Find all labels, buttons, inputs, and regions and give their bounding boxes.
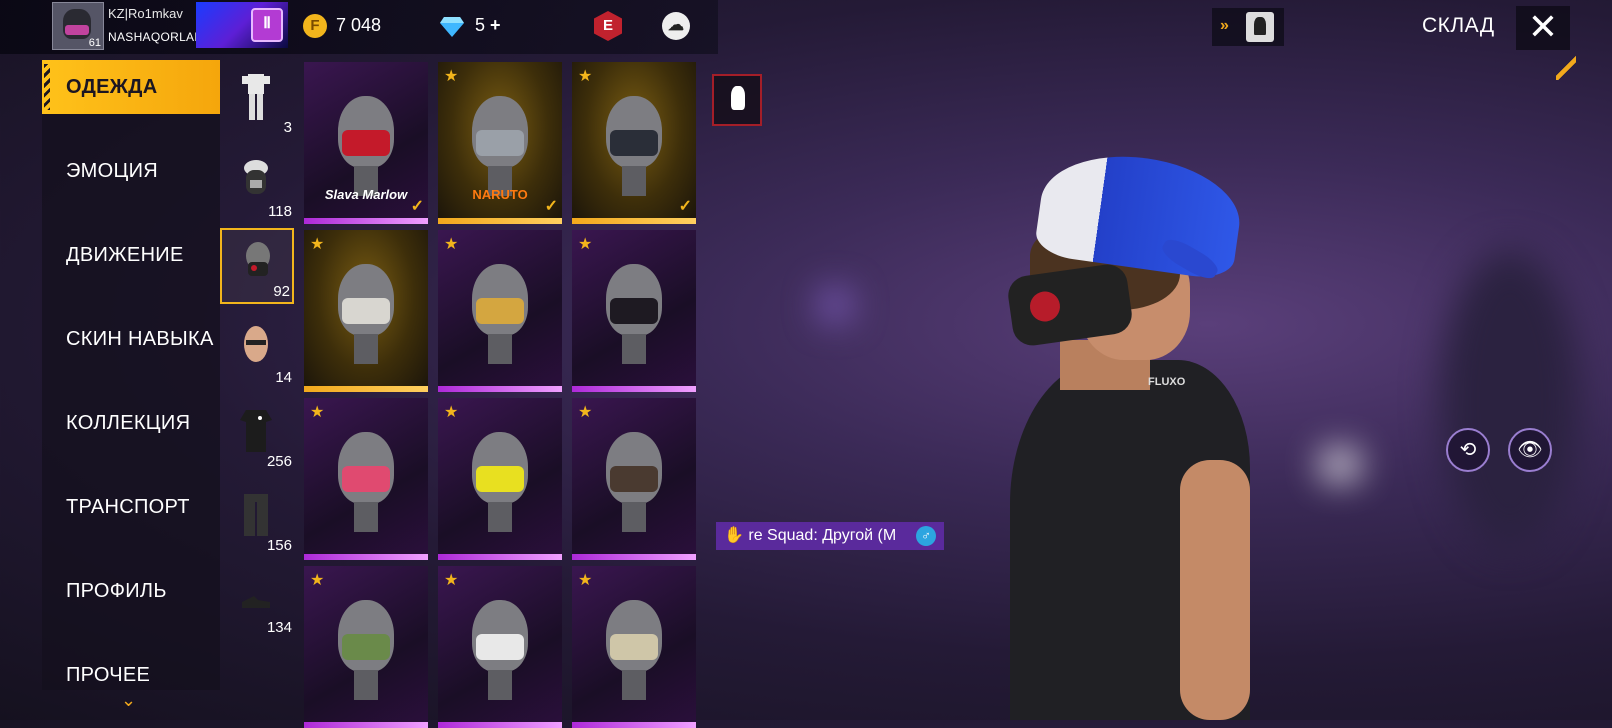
- menu-item-vehicle[interactable]: ТРАНСПОРТ: [42, 480, 220, 534]
- player-name: KZ|Ro1mkav: [108, 6, 183, 21]
- menu-item-profile[interactable]: ПРОФИЛЬ: [42, 564, 220, 618]
- mask-icon: [472, 264, 528, 336]
- gold-coin-icon: F: [303, 14, 327, 38]
- subcategory-count: 92: [273, 283, 290, 300]
- male-gender-icon: ♂: [916, 526, 936, 546]
- menu-item-collection[interactable]: КОЛЛЕКЦИЯ: [42, 396, 220, 450]
- subcategory-count: 156: [266, 537, 292, 554]
- page-title: СКЛАД: [1422, 14, 1495, 37]
- face-paint-icon: [244, 326, 268, 362]
- item-tile[interactable]: ★: [438, 566, 562, 728]
- cloud-sync-icon[interactable]: ☁: [662, 12, 690, 40]
- equipped-check-icon: ✓: [410, 198, 424, 215]
- mask-icon: [606, 264, 662, 336]
- star-icon: ★: [444, 404, 459, 421]
- menu-item-clothing[interactable]: ОДЕЖДА: [42, 60, 220, 114]
- mask-icon: [338, 96, 394, 168]
- character-portrait-icon: [1246, 12, 1274, 42]
- item-tile[interactable]: ★: [572, 566, 696, 728]
- subcategory-bottom[interactable]: 156: [220, 480, 294, 556]
- mask-icon: [338, 432, 394, 504]
- subcategory-top[interactable]: 256: [220, 396, 294, 472]
- item-tile[interactable]: Slava Marlow ✓: [304, 62, 428, 224]
- mask-icon: [472, 432, 528, 504]
- subcategory-count: 118: [268, 203, 292, 220]
- shoes-icon: [242, 596, 270, 608]
- character-switch-button[interactable]: »: [1212, 8, 1284, 46]
- subcategory-mask[interactable]: 92: [220, 228, 294, 304]
- star-icon: ★: [444, 68, 459, 85]
- full-outfit-icon: [242, 74, 270, 120]
- item-name-text: re Squad: Другой (M: [748, 527, 897, 544]
- rotate-icon[interactable]: ⟲: [1446, 428, 1490, 472]
- double-arrow-icon: »: [1220, 17, 1229, 34]
- menu-item-emote[interactable]: ЭМОЦИЯ: [42, 144, 220, 198]
- handshake-icon: ✋: [724, 527, 744, 544]
- star-icon: ★: [444, 572, 459, 589]
- shirt-logo: FLUXO: [1148, 376, 1186, 388]
- mask-icon: [606, 432, 662, 504]
- mask-icon: [338, 600, 394, 672]
- item-tile[interactable]: ★: [304, 398, 428, 560]
- diamond-amount[interactable]: 5 +: [475, 15, 501, 36]
- subcategory-head[interactable]: 118: [220, 146, 294, 222]
- subcategory-count: 3: [283, 119, 292, 136]
- item-tile[interactable]: ★ NARUTO ✓: [438, 62, 562, 224]
- menu-item-skill-skin[interactable]: СКИН НАВЫКА: [42, 312, 220, 366]
- diamond-icon: [440, 17, 464, 37]
- star-icon: ★: [578, 404, 593, 421]
- star-icon: ★: [310, 236, 325, 253]
- mask-icon: [472, 600, 528, 672]
- item-tile[interactable]: ★ ✓: [572, 62, 696, 224]
- item-tile[interactable]: ★: [304, 566, 428, 728]
- item-tile[interactable]: ★: [572, 230, 696, 392]
- equipped-check-icon: ✓: [678, 198, 692, 215]
- view-character-icon[interactable]: 👁: [1508, 428, 1552, 472]
- rank-badge-icon[interactable]: Ⅱ: [251, 8, 283, 42]
- player-avatar[interactable]: 61: [52, 2, 104, 50]
- item-tile[interactable]: ★: [438, 398, 562, 560]
- mask-icon: [338, 264, 394, 336]
- head-icon: [244, 160, 268, 194]
- add-diamonds-button[interactable]: +: [490, 15, 501, 35]
- subcategory-face-paint[interactable]: 14: [220, 312, 294, 388]
- item-name-tag: ✋ re Squad: Другой (M ♂: [716, 522, 944, 550]
- guild-name: NASHAQORLAR: [108, 30, 204, 44]
- star-icon: ★: [310, 572, 325, 589]
- mask-icon: [606, 96, 662, 168]
- star-icon: ★: [444, 236, 459, 253]
- item-tile[interactable]: ★: [572, 398, 696, 560]
- subcategory-count: 134: [266, 619, 292, 636]
- close-button[interactable]: ✕: [1516, 6, 1570, 50]
- menu-item-movement[interactable]: ДВИЖЕНИЕ: [42, 228, 220, 282]
- item-tile[interactable]: ★: [304, 230, 428, 392]
- item-logo: NARUTO: [472, 187, 528, 202]
- subcategory-count: 14: [275, 369, 292, 386]
- star-icon: ★: [578, 572, 593, 589]
- mask-icon: [472, 96, 528, 168]
- item-logo: Slava Marlow: [324, 187, 408, 202]
- top-bar: 61 KZ|Ro1mkav NASHAQORLAR Ⅱ F 7 048 5 + …: [0, 0, 718, 54]
- category-menu: ОДЕЖДА ЭМОЦИЯ ДВИЖЕНИЕ СКИН НАВЫКА КОЛЛЕ…: [42, 60, 220, 690]
- mask-icon: [606, 600, 662, 672]
- chevron-down-icon[interactable]: ⌄: [121, 690, 136, 711]
- top-icon: [240, 410, 272, 452]
- mask-icon: [246, 242, 270, 276]
- subcategory-full-outfit[interactable]: 3: [220, 62, 294, 138]
- mannequin-icon[interactable]: [712, 74, 762, 126]
- subcategory-shoes[interactable]: 134: [220, 562, 294, 638]
- equipped-check-icon: ✓: [544, 198, 558, 215]
- gold-amount: 7 048: [336, 15, 382, 35]
- star-icon: ★: [310, 404, 325, 421]
- bottom-icon: [244, 494, 268, 536]
- star-icon: ★: [578, 236, 593, 253]
- subcategory-count: 256: [266, 453, 292, 470]
- corner-decoration: [1556, 56, 1576, 80]
- star-icon: ★: [578, 68, 593, 85]
- elite-pass-icon[interactable]: E: [594, 11, 622, 41]
- item-tile[interactable]: ★: [438, 230, 562, 392]
- player-level: 61: [88, 37, 101, 49]
